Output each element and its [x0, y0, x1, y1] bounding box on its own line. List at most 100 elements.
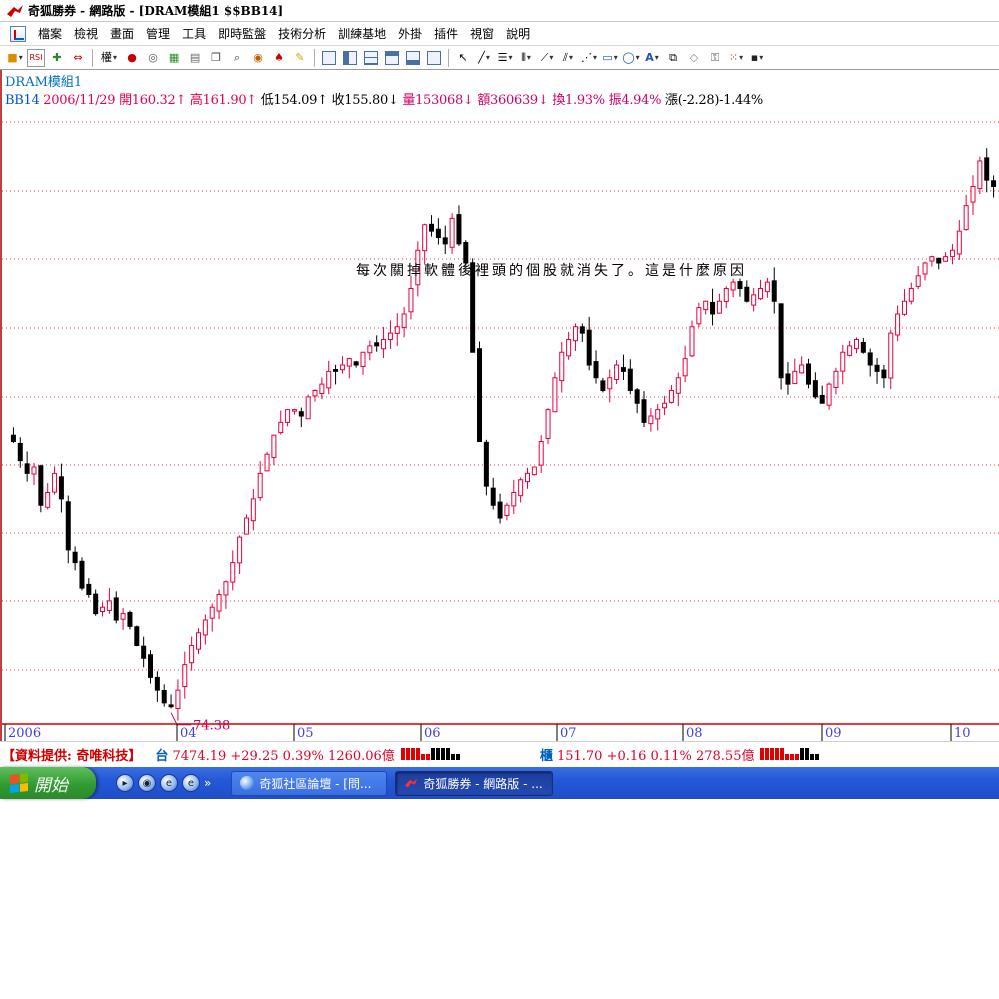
horizontal-arrows-icon[interactable]: ⇔ — [69, 49, 87, 67]
copy-icon[interactable]: ⧉ — [664, 49, 682, 67]
parallel-channel-icon[interactable]: ⫽ — [559, 49, 577, 67]
windows-media-icon[interactable]: ◉ — [138, 774, 156, 792]
chart-window-icon[interactable] — [425, 49, 443, 67]
database-icon[interactable]: ▤ — [186, 49, 204, 67]
candle-up — [360, 351, 366, 367]
twse-index[interactable]: 台 7474.19 +29.25 0.39% 1260.06億 — [155, 745, 394, 764]
vertical-lines-icon[interactable]: ⦀ — [517, 49, 535, 67]
internet-explorer-icon[interactable]: e — [160, 774, 178, 792]
pointer-cursor-icon[interactable]: ↖ — [454, 49, 472, 67]
menu-training-base[interactable]: 訓練基地 — [332, 25, 392, 42]
x-axis-tick-label: 05 — [297, 726, 314, 741]
menu-tools[interactable]: 工具 — [176, 25, 212, 42]
candle-up — [120, 613, 126, 620]
ie-shortcut-icon[interactable]: e — [182, 774, 200, 792]
menu-plugins-external[interactable]: 外掛 — [392, 25, 428, 42]
high-price-label: 高161.90 — [189, 93, 247, 108]
book-icon[interactable]: ❐ — [207, 49, 225, 67]
candle-down — [10, 434, 16, 443]
taskbar-item-forum[interactable]: 奇狐社區論壇 - [問... — [231, 770, 388, 796]
rsi-indicator-icon[interactable]: RSI — [27, 48, 45, 67]
search-icon[interactable]: ⌕ — [228, 49, 246, 67]
candle-up — [655, 409, 661, 420]
symbol-label: BB14 — [5, 93, 40, 108]
menu-technical-analysis[interactable]: 技術分析 — [272, 25, 332, 42]
menu-manage[interactable]: 管理 — [140, 25, 176, 42]
otc-index[interactable]: 櫃 151.70 +0.16 0.11% 278.55億 — [540, 745, 755, 764]
chart-area[interactable]: 74.38 2006 04 05 06 07 08 09 10 DRAM模組1 BB14 200… — [0, 70, 999, 741]
candle-up — [956, 230, 962, 255]
candle-up — [106, 600, 112, 611]
pencil-icon[interactable]: ✎ — [291, 49, 309, 67]
ellipse-icon[interactable]: ◯ — [622, 49, 640, 67]
menu-help[interactable]: 說明 — [500, 25, 536, 42]
color-palette-icon[interactable]: ⁙ — [727, 49, 745, 67]
x-axis-tick-label: 06 — [424, 726, 441, 741]
candle-up — [833, 370, 839, 389]
candle-up — [381, 339, 387, 350]
save-icon[interactable]: ▪ — [748, 49, 766, 67]
menu-view[interactable]: 檢視 — [68, 25, 104, 42]
text-tool-icon[interactable]: A — [643, 49, 661, 67]
rights-adjust-button[interactable]: 權 — [98, 49, 120, 67]
lock-icon[interactable]: ⚿ — [706, 49, 724, 67]
chart-document-icon[interactable] — [10, 25, 26, 42]
rectangle-icon[interactable]: ▭ — [601, 49, 619, 67]
low-marker-line — [170, 712, 192, 726]
candle-up — [799, 364, 805, 374]
fox-app-icon — [405, 778, 418, 788]
candle-up — [339, 364, 345, 371]
globe-icon[interactable]: ◉ — [249, 49, 267, 67]
candle-down — [86, 583, 92, 596]
amplitude-label: 振4.94% — [608, 93, 662, 108]
indicator-list-icon[interactable]: ▦ — [165, 49, 183, 67]
media-player-icon[interactable]: ▸ — [116, 774, 134, 792]
move-arrows-icon[interactable]: ✚ — [48, 49, 66, 67]
start-button[interactable]: 開始 — [0, 767, 96, 799]
gann-icon[interactable]: ⋰ — [580, 49, 598, 67]
candle-up — [730, 281, 736, 291]
title-bar[interactable]: 奇狐勝券 - 網路版 - [DRAM模組1 $$BB14] — [0, 0, 999, 22]
layout-single-icon[interactable] — [320, 49, 338, 67]
x-axis-tick-label: 04 — [180, 726, 197, 741]
candle-up — [853, 339, 859, 350]
layout-grid-icon[interactable] — [362, 49, 380, 67]
candle-down — [17, 442, 23, 462]
candle-up — [970, 186, 976, 203]
candle-up — [182, 664, 188, 688]
open-folder-icon[interactable]: ■ — [6, 49, 24, 67]
windows-logo-icon — [10, 773, 28, 793]
data-provider-label: 【資料提供: 奇唯科技】 — [2, 748, 142, 764]
menu-screen[interactable]: 畫面 — [104, 25, 140, 42]
horizontal-lines-icon[interactable]: ☰ — [496, 49, 514, 67]
candlestick-chart[interactable]: 74.38 2006 04 05 06 07 08 09 10 — [2, 70, 999, 741]
quick-launch-expand-icon[interactable]: » — [204, 776, 211, 790]
candle-down — [812, 380, 818, 398]
alarm-bell-icon[interactable]: ♠ — [270, 49, 288, 67]
taskbar-item-label: 奇狐勝券 - 網路版 - ... — [423, 776, 543, 791]
layout-stack-icon[interactable] — [404, 49, 422, 67]
candle-up — [202, 619, 208, 636]
menu-window[interactable]: 視窗 — [464, 25, 500, 42]
toolbar-separator — [314, 48, 316, 67]
toggle-red-green-icon[interactable]: ● — [123, 49, 141, 67]
menu-realtime-monitor[interactable]: 即時監盤 — [212, 25, 272, 42]
candle-down — [634, 389, 640, 404]
line-draw-icon[interactable]: ╱ — [475, 49, 493, 67]
twse-value: 7474.19 +29.25 0.39% 1260.06億 — [172, 748, 395, 764]
taskbar-item-fox-app[interactable]: 奇狐勝券 - 網路版 - ... — [395, 770, 554, 796]
chart-text-annotation[interactable]: 每次關掉軟體後裡頭的個股就消失了。這是什麼原因 — [356, 260, 747, 280]
eraser-icon[interactable]: ◇ — [685, 49, 703, 67]
candle-down — [600, 380, 606, 392]
layout-split-icon[interactable] — [341, 49, 359, 67]
menu-plugins[interactable]: 插件 — [428, 25, 464, 42]
menu-file[interactable]: 檔案 — [32, 25, 68, 42]
otc-value: 151.70 +0.16 0.11% 278.55億 — [556, 748, 755, 764]
compare-icon[interactable]: ◎ — [144, 49, 162, 67]
candle-up — [346, 358, 352, 367]
candle-down — [579, 326, 585, 334]
layout-quad-icon[interactable] — [383, 49, 401, 67]
fan-lines-icon[interactable]: ⟋ — [538, 49, 556, 67]
candle-up — [614, 364, 620, 380]
candle-up — [675, 377, 681, 394]
